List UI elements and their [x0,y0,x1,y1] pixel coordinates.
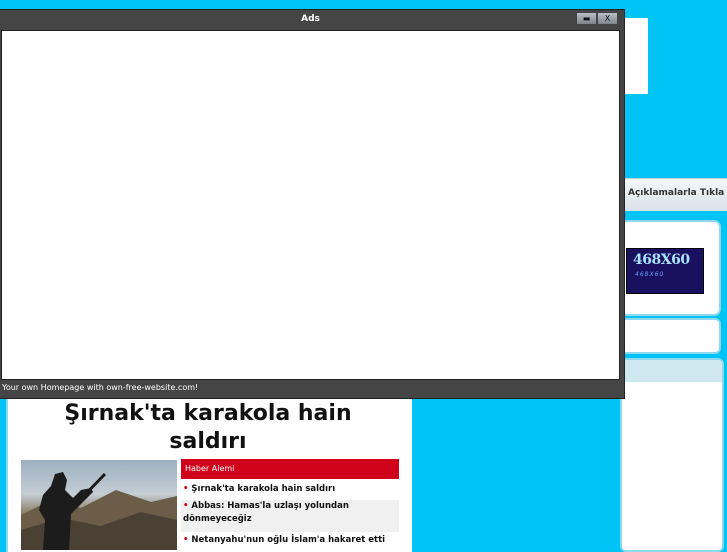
sidebar-panel-header [622,360,722,382]
close-icon: X [604,14,611,23]
ad-footer-link[interactable]: Your own Homepage with own-free-website.… [2,383,198,392]
news-box-header: Haber Alemi [181,459,399,479]
news-item-text: Şırnak'ta karakola hain saldırı [191,484,336,494]
minimize-icon: ▬ [582,14,591,23]
nav-link-aciklamalar[interactable]: Açıklamalarla Tıkla [628,188,724,198]
minimize-button[interactable]: ▬ [576,12,597,25]
banner-main-text: 468X60 [633,252,690,268]
ad-popup-window[interactable]: Ads ▬ X Your own Homepage with own-free-… [0,9,625,399]
top-nav-bar: Açıklamalarla Tıkla [620,178,727,211]
news-item-text: Netanyahu'nun oğlu İslam'a hakaret etti [191,535,386,545]
ad-content-area[interactable] [1,30,620,380]
article-photo[interactable] [21,460,177,550]
bullet-icon: • [183,535,189,545]
close-button[interactable]: X [597,12,618,25]
news-box-title: Haber Alemi [185,464,235,473]
article-headline[interactable]: Şırnak'ta karakola hain saldırı [40,400,376,456]
news-item-text: Abbas: Hamas'la uzlaşı yolundan dönmeyec… [183,501,349,524]
ad-window-title: Ads [301,14,320,24]
bullet-icon: • [183,484,189,494]
news-item[interactable]: • Abbas: Hamas'la uzlaşı yolundan dönmey… [181,500,399,532]
banner-sub-text: 468X60 [635,271,665,278]
ad-window-controls: ▬ X [576,12,618,25]
news-item[interactable]: • Şırnak'ta karakola hain saldırı [181,483,399,499]
sidebar-panel [620,358,724,552]
bullet-icon: • [183,501,189,511]
soldier-silhouette-image [21,472,177,550]
news-item[interactable]: • Netanyahu'nun oğlu İslam'a hakaret ett… [181,534,399,548]
banner-ad-468x60[interactable]: 468X60 468X60 [626,248,704,294]
sidebar-small-panel [620,318,721,354]
